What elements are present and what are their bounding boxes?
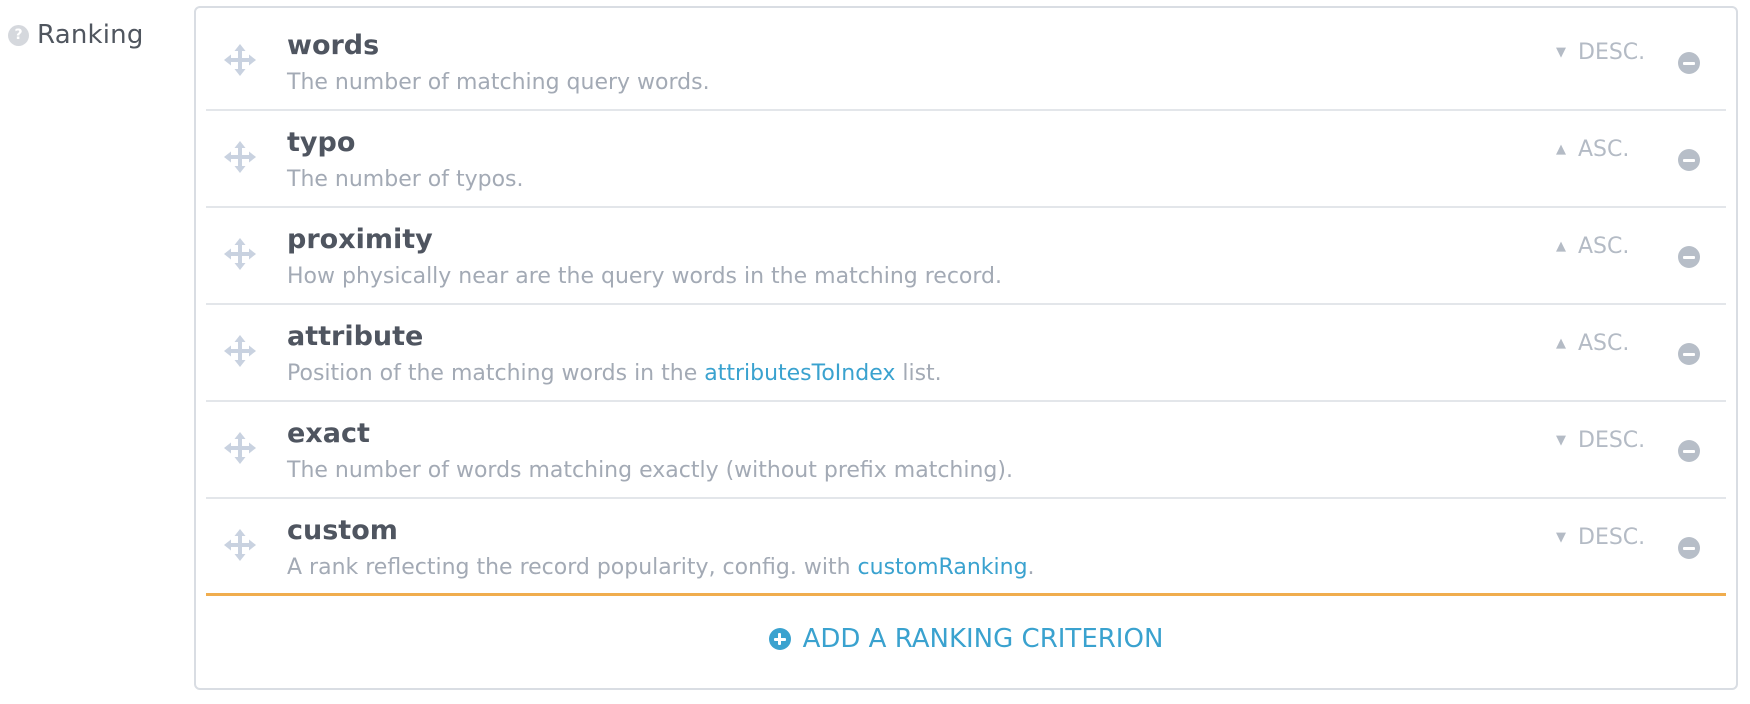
criterion-description-text: A rank reflecting the record popularity,… [287,555,858,580]
drag-handle-icon[interactable] [222,527,258,563]
remove-criterion-button[interactable] [1678,440,1700,462]
criterion-description-text: The number of words matching exactly (wi… [287,458,1013,483]
sort-order-label: ASC. [1578,331,1630,356]
criterion-name: words [287,30,380,61]
remove-criterion-button[interactable] [1678,52,1700,74]
criterion-description: A rank reflecting the record popularity,… [287,555,1035,580]
sort-order-label: ASC. [1578,137,1630,162]
caret-down-icon: ▼ [1556,530,1566,545]
criterion-description: The number of matching query words. [287,70,710,95]
remove-criterion-button[interactable] [1678,343,1700,365]
sort-order-label: ASC. [1578,234,1630,259]
criterion-description-link[interactable]: customRanking [858,555,1028,580]
ranking-criterion-row-words: words The number of matching query words… [206,14,1726,111]
remove-criterion-button[interactable] [1678,246,1700,268]
plus-circle-icon [768,628,791,650]
caret-up-icon: ▲ [1556,336,1566,351]
ranking-criterion-row-typo: typo The number of typos. ▲ ASC. [206,111,1726,208]
criterion-description-text: How physically near are the query words … [287,264,1003,289]
sort-order-toggle[interactable]: ▲ ASC. [1554,137,1629,162]
drag-handle-icon[interactable] [222,42,258,78]
ranking-criteria-list: words The number of matching query words… [194,6,1738,690]
sort-order-toggle[interactable]: ▲ ASC. [1554,331,1629,356]
sort-order-toggle[interactable]: ▲ ASC. [1554,234,1629,259]
criterion-name: exact [287,418,370,449]
sort-order-label: DESC. [1578,40,1646,65]
help-icon[interactable]: ? [8,24,29,46]
criterion-description-suffix: . [1027,555,1035,580]
ranking-criterion-row-custom: custom A rank reflecting the record popu… [206,499,1726,596]
minus-icon [1683,255,1695,259]
criterion-description-text: The number of typos. [287,167,524,192]
sort-order-toggle[interactable]: ▼ DESC. [1554,525,1645,550]
criterion-description-link[interactable]: attributesToIndex [704,361,895,386]
criterion-name: proximity [287,224,433,255]
sort-order-toggle[interactable]: ▼ DESC. [1554,428,1645,453]
minus-icon [1683,546,1695,550]
sort-order-toggle[interactable]: ▼ DESC. [1554,40,1645,65]
criterion-name: custom [287,515,398,546]
drag-handle-icon[interactable] [222,236,258,272]
minus-icon [1683,352,1695,356]
caret-up-icon: ▲ [1556,142,1566,157]
criterion-description: Position of the matching words in the at… [287,361,942,386]
caret-up-icon: ▲ [1556,239,1566,254]
criterion-description-text: Position of the matching words in the [287,361,705,386]
criterion-description-text: The number of matching query words. [287,70,710,95]
add-ranking-criterion-label: ADD A RANKING CRITERION [802,624,1164,654]
criterion-name: attribute [287,321,424,352]
sort-order-label: DESC. [1578,525,1646,550]
criteria-rows: words The number of matching query words… [206,14,1726,596]
drag-handle-icon[interactable] [222,139,258,175]
drag-handle-icon[interactable] [222,333,258,369]
drag-handle-icon[interactable] [222,430,258,466]
ranking-criterion-row-proximity: proximity How physically near are the qu… [206,208,1726,305]
sort-order-label: DESC. [1578,428,1646,453]
remove-criterion-button[interactable] [1678,537,1700,559]
ranking-section-label: ? Ranking [8,20,144,50]
minus-icon [1683,61,1695,65]
remove-criterion-button[interactable] [1678,149,1700,171]
minus-icon [1683,158,1695,162]
criterion-name: typo [287,127,356,158]
criterion-description: The number of words matching exactly (wi… [287,458,1013,483]
criterion-description: How physically near are the query words … [287,264,1002,289]
criterion-description: The number of typos. [287,167,524,192]
section-title: Ranking [37,20,144,50]
caret-down-icon: ▼ [1556,45,1566,60]
criterion-description-suffix: list. [895,361,942,386]
caret-down-icon: ▼ [1556,433,1566,448]
ranking-criterion-row-exact: exact The number of words matching exact… [206,402,1726,499]
add-ranking-criterion-button[interactable]: ADD A RANKING CRITERION [196,624,1736,654]
minus-icon [1683,449,1695,453]
ranking-criterion-row-attribute: attribute Position of the matching words… [206,305,1726,402]
